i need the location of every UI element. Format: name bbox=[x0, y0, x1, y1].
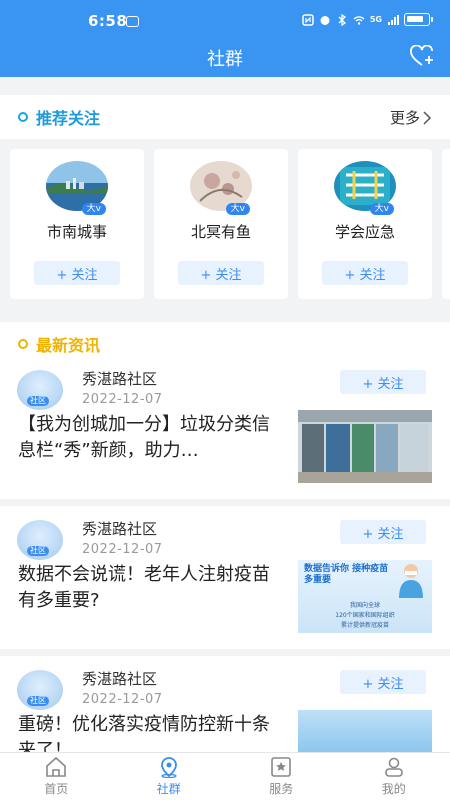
news-thumbnail: 数据告诉你 接种疫苗多重要 我国向全球 120个国家和国际组织 累计提供新冠疫苗 bbox=[298, 560, 432, 633]
news-headline: 【我为创城加一分】垃圾分类信息栏“秀”新颜，助力… bbox=[18, 414, 270, 461]
follow-button[interactable]: + 关注 bbox=[178, 261, 264, 285]
news-title: 最新资讯 bbox=[36, 336, 101, 355]
community-icon bbox=[160, 757, 177, 778]
avatar: 大v bbox=[190, 161, 252, 215]
status-bar: 6:58 5G bbox=[0, 0, 450, 40]
tab-label: 服务 bbox=[269, 782, 294, 796]
thumb-line3: 累计提供新冠疫苗 bbox=[340, 622, 389, 629]
wifi-icon bbox=[353, 15, 365, 25]
follow-button[interactable]: + 关注 bbox=[340, 670, 426, 694]
heart-add-icon[interactable] bbox=[410, 45, 436, 67]
news-item[interactable]: 社区 秀湛路社区 2022-12-07 + 关注 【我为创城加一分】垃圾分类信息… bbox=[0, 362, 450, 505]
tab-profile[interactable]: 我的 bbox=[338, 753, 450, 800]
news-section: 最新资讯 社区 秀湛路社区 2022-12-07 + 关注 【我为创城加一分】垃… bbox=[0, 322, 450, 752]
page-title: 社群 bbox=[207, 49, 243, 70]
tab-label: 首页 bbox=[44, 782, 69, 796]
recommend-card[interactable]: 大v 学会应急 + 关注 bbox=[298, 149, 432, 299]
recommend-section: 推荐关注 更多 大v 市南城事 + 关注 大v 北冥有鱼 + 关注 大v 学会应… bbox=[0, 95, 450, 310]
verified-badge: 大v bbox=[81, 203, 106, 215]
community-avatar: 社区 bbox=[17, 670, 63, 710]
bluetooth-icon bbox=[338, 13, 346, 26]
news-source: 秀湛路社区 bbox=[82, 370, 158, 388]
doctor-illustration-icon bbox=[399, 564, 423, 598]
signal-icon bbox=[388, 14, 399, 25]
avatar: 大v bbox=[334, 161, 396, 215]
profile-icon bbox=[384, 757, 403, 777]
divider bbox=[0, 499, 450, 506]
tab-home[interactable]: 首页 bbox=[0, 753, 113, 800]
status-icons: 5G bbox=[302, 13, 433, 26]
section-dot-icon bbox=[18, 112, 28, 122]
card-name: 学会应急 bbox=[334, 223, 395, 241]
avatar: 大v bbox=[46, 161, 108, 215]
card-name: 市南城事 bbox=[46, 223, 107, 241]
bottom-tab-bar: 首页 社群 服务 我的 bbox=[0, 752, 450, 800]
community-avatar: 社区 bbox=[17, 520, 63, 560]
news-headline: 数据不会说谎！老年人注射疫苗有多重要? bbox=[18, 564, 270, 611]
battery-icon bbox=[404, 13, 433, 26]
notification-icon bbox=[126, 16, 139, 27]
news-thumbnail bbox=[298, 410, 432, 483]
follow-button[interactable]: + 关注 bbox=[322, 261, 408, 285]
tab-community[interactable]: 社群 bbox=[113, 753, 226, 800]
news-date: 2022-12-07 bbox=[82, 392, 163, 407]
top-bar: 6:58 5G 社群 bbox=[0, 0, 450, 77]
verified-badge: 大v bbox=[369, 203, 394, 215]
news-headline: 重磅！优化落实疫情防控新十条来了！ bbox=[18, 714, 270, 752]
thumb-line2: 120个国家和国际组织 bbox=[335, 612, 395, 619]
recommend-card[interactable]: 大v 市南城事 + 关注 bbox=[10, 149, 144, 299]
recommend-header: 推荐关注 bbox=[18, 105, 100, 129]
recommend-card-partial[interactable] bbox=[442, 149, 450, 299]
avatar-tag: 社区 bbox=[27, 396, 49, 406]
recommend-card[interactable]: 大v 北冥有鱼 + 关注 bbox=[154, 149, 288, 299]
card-name: 北冥有鱼 bbox=[190, 223, 251, 241]
tab-label: 社群 bbox=[156, 782, 181, 796]
news-date: 2022-12-07 bbox=[82, 692, 163, 707]
chevron-right-icon bbox=[423, 110, 432, 125]
avatar-tag: 社区 bbox=[27, 696, 49, 706]
more-link[interactable]: 更多 bbox=[390, 107, 432, 128]
network-type: 5G bbox=[369, 15, 382, 24]
news-item[interactable]: 社区 秀湛路社区 2022-12-07 + 关注 数据不会说谎！老年人注射疫苗有… bbox=[0, 512, 450, 655]
recommend-cards: 大v 市南城事 + 关注 大v 北冥有鱼 + 关注 大v 学会应急 + 关注 bbox=[0, 139, 450, 310]
news-source: 秀湛路社区 bbox=[82, 520, 158, 538]
follow-button[interactable]: + 关注 bbox=[340, 520, 426, 544]
follow-button[interactable]: + 关注 bbox=[34, 261, 120, 285]
news-thumbnail bbox=[298, 710, 432, 752]
service-icon bbox=[271, 757, 292, 777]
news-source: 秀湛路社区 bbox=[82, 670, 158, 688]
home-icon bbox=[46, 756, 67, 777]
status-time: 6:58 bbox=[88, 12, 128, 30]
alarm-icon bbox=[320, 15, 330, 25]
news-date: 2022-12-07 bbox=[82, 542, 163, 557]
tab-service[interactable]: 服务 bbox=[225, 753, 338, 800]
avatar-tag: 社区 bbox=[27, 546, 49, 556]
divider bbox=[0, 649, 450, 656]
tab-label: 我的 bbox=[381, 782, 406, 796]
more-label: 更多 bbox=[389, 109, 420, 127]
news-header: 最新资讯 bbox=[18, 332, 100, 356]
recommend-title: 推荐关注 bbox=[36, 109, 101, 128]
thumb-line1: 我国向全球 bbox=[349, 602, 380, 609]
follow-button[interactable]: + 关注 bbox=[340, 370, 426, 394]
thumb-headline: 数据告诉你 接种疫苗多重要 bbox=[304, 564, 389, 585]
verified-badge: 大v bbox=[225, 203, 250, 215]
community-avatar: 社区 bbox=[17, 370, 63, 410]
nfc-icon bbox=[302, 13, 314, 26]
section-dot-icon bbox=[18, 339, 28, 349]
news-item[interactable]: 社区 秀湛路社区 2022-12-07 + 关注 重磅！优化落实疫情防控新十条来… bbox=[0, 662, 450, 752]
